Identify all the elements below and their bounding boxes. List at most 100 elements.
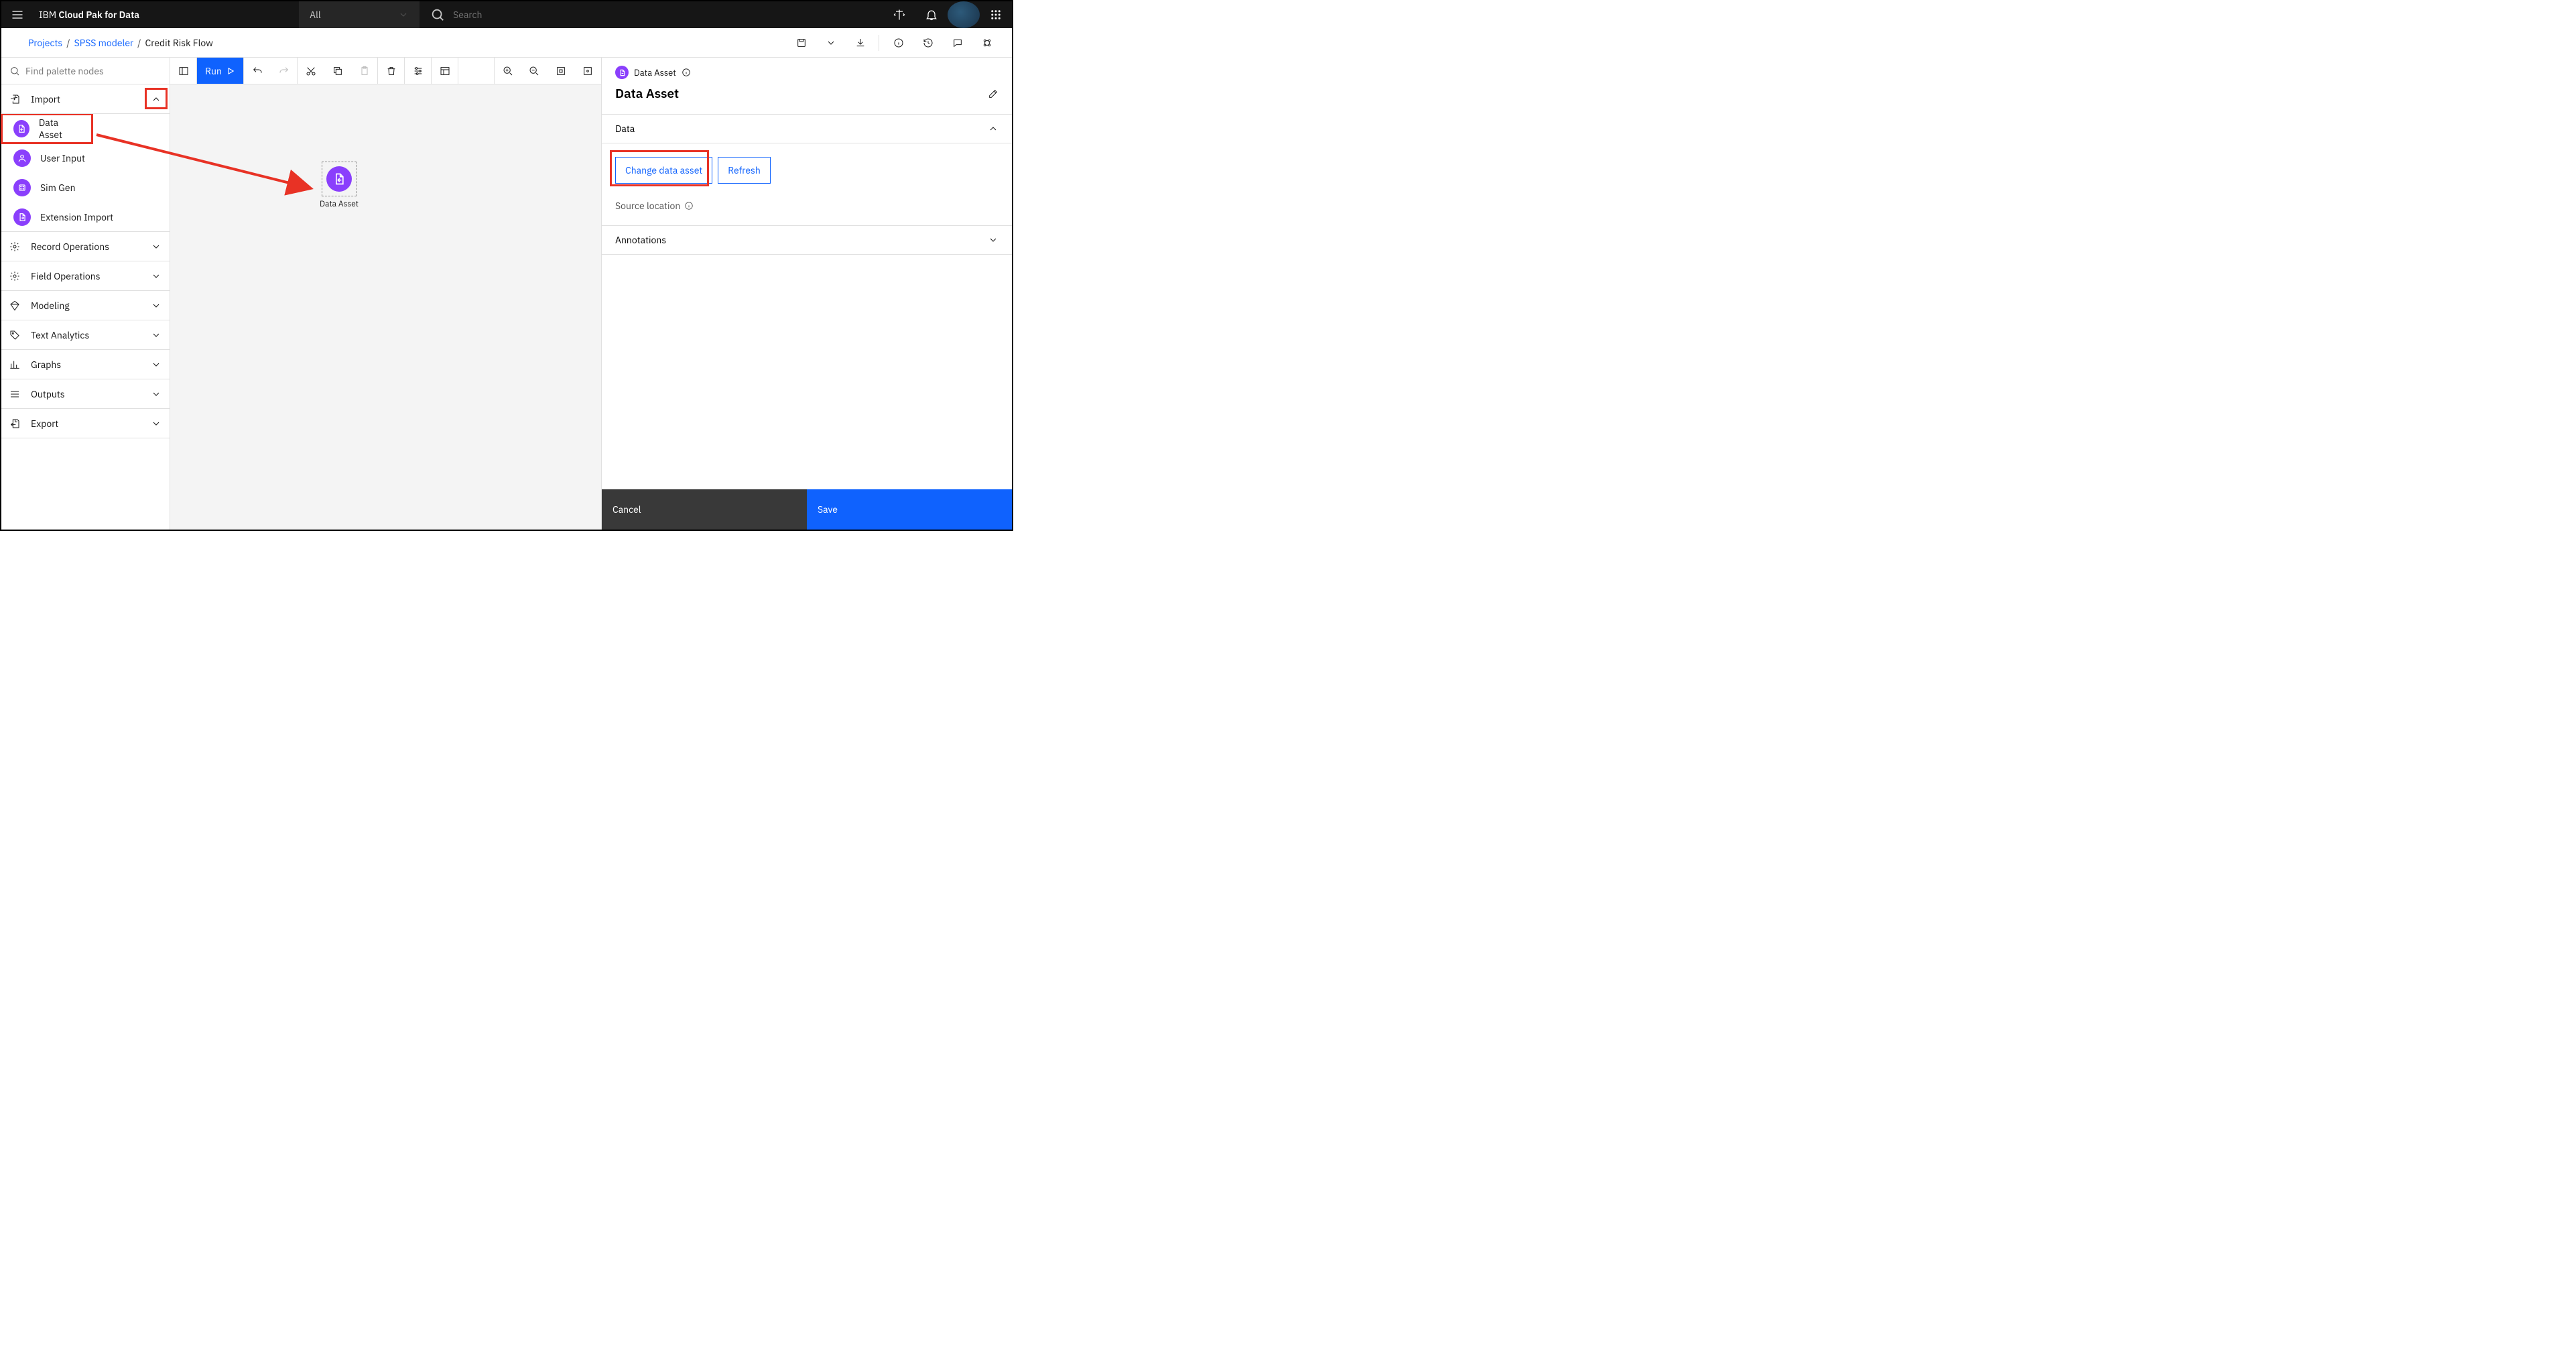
palette-category-import[interactable]: Import: [1, 84, 170, 114]
settings-button[interactable]: [405, 58, 432, 84]
chevron-down-icon[interactable]: [816, 28, 845, 58]
palette-category-graphs[interactable]: Graphs: [1, 350, 170, 379]
data-asset-icon: [615, 66, 629, 79]
palette-search-input[interactable]: [25, 65, 162, 77]
category-label: Record Operations: [31, 241, 109, 253]
palette-category-text-analytics[interactable]: Text Analytics: [1, 320, 170, 350]
category-label: Modeling: [31, 300, 70, 312]
section-label: Annotations: [615, 234, 666, 246]
global-search[interactable]: [420, 7, 883, 22]
canvas-node-label: Data Asset: [320, 199, 359, 209]
properties-footer: Cancel Save: [602, 489, 1012, 530]
breadcrumb-current: Credit Risk Flow: [145, 37, 213, 49]
chevron-up-icon: [988, 123, 999, 134]
palette-sidebar: Import Data Asset User Input Sim Gen: [1, 58, 170, 530]
search-icon: [9, 66, 20, 76]
breadcrumb-spss[interactable]: SPSS modeler: [74, 37, 134, 49]
properties-bc-label: Data Asset: [634, 67, 676, 78]
history-icon[interactable]: [913, 28, 942, 58]
palette-category-record-ops[interactable]: Record Operations: [1, 232, 170, 261]
source-location-row: Source location: [615, 200, 999, 212]
run-label: Run: [205, 65, 222, 77]
palette-node-user-input[interactable]: User Input: [1, 143, 170, 173]
canvas-node-data-asset[interactable]: Data Asset: [320, 162, 359, 209]
accordion-data-body: Change data asset Refresh Source locatio…: [602, 143, 1012, 225]
search-input[interactable]: [453, 9, 654, 21]
chevron-down-icon: [151, 359, 162, 370]
export-icon: [9, 418, 20, 429]
redo-button[interactable]: [271, 58, 298, 84]
chevron-down-icon: [398, 9, 409, 20]
node-label: Data Asset: [39, 117, 80, 141]
chevron-down-icon: [988, 235, 999, 245]
palette-search[interactable]: [1, 58, 170, 84]
scope-dropdown[interactable]: All: [299, 1, 420, 28]
palette-category-field-ops[interactable]: Field Operations: [1, 261, 170, 291]
edit-title-button[interactable]: [988, 88, 999, 99]
save-menu-icon[interactable]: [786, 28, 816, 58]
hamburger-menu-button[interactable]: [1, 1, 34, 28]
zoom-fit-button[interactable]: [548, 58, 574, 84]
import-icon: [9, 94, 20, 105]
user-input-icon: [13, 149, 31, 167]
canvas-toolbar: Run: [170, 58, 601, 84]
chevron-down-icon: [151, 418, 162, 429]
palette-category-outputs[interactable]: Outputs: [1, 379, 170, 409]
page-actions: [786, 28, 1001, 58]
preview-data-button[interactable]: [432, 58, 458, 84]
cut-button[interactable]: [298, 58, 324, 84]
accordion-data-header[interactable]: Data: [602, 114, 1012, 143]
accordion-annotations-header[interactable]: Annotations: [602, 225, 1012, 255]
brand-bold: Cloud Pak for Data: [58, 9, 139, 21]
data-asset-icon: [326, 166, 352, 192]
guide-icon[interactable]: [883, 1, 915, 28]
avatar-button[interactable]: [948, 1, 980, 28]
refresh-button[interactable]: Refresh: [718, 157, 771, 184]
gear-icon: [9, 271, 20, 282]
brand-label: IBM Cloud Pak for Data: [34, 9, 145, 21]
palette-node-extension-import[interactable]: Extension Import: [1, 202, 170, 232]
avatar: [948, 1, 980, 28]
undo-button[interactable]: [244, 58, 271, 84]
main-area: Import Data Asset User Input Sim Gen: [1, 58, 1012, 530]
palette-node-data-asset[interactable]: Data Asset: [1, 114, 92, 143]
zoom-out-button[interactable]: [521, 58, 548, 84]
gear-icon: [9, 241, 20, 252]
list-icon: [9, 389, 20, 400]
copy-button[interactable]: [324, 58, 351, 84]
section-label: Data: [615, 123, 635, 135]
palette-node-sim-gen[interactable]: Sim Gen: [1, 173, 170, 202]
top-bar: IBM Cloud Pak for Data All: [1, 1, 1012, 28]
info-icon[interactable]: [684, 201, 694, 210]
comment-icon[interactable]: [942, 28, 972, 58]
run-button[interactable]: Run: [197, 58, 244, 84]
change-data-asset-button[interactable]: Change data asset: [615, 157, 712, 184]
cancel-button[interactable]: Cancel: [602, 489, 807, 530]
info-icon[interactable]: [682, 68, 691, 77]
settings-config-icon[interactable]: [972, 28, 1001, 58]
extension-import-icon: [13, 208, 31, 226]
zoom-100-button[interactable]: [574, 58, 601, 84]
zoom-in-button[interactable]: [494, 58, 521, 84]
download-icon[interactable]: [845, 28, 875, 58]
canvas-stage[interactable]: Data Asset: [170, 84, 601, 530]
info-icon[interactable]: [883, 28, 913, 58]
sim-gen-icon: [13, 179, 31, 196]
palette-category-modeling[interactable]: Modeling: [1, 291, 170, 320]
node-box: [322, 162, 357, 196]
top-actions: [883, 1, 1012, 28]
data-asset-icon: [13, 120, 29, 137]
app-switcher-icon[interactable]: [980, 1, 1012, 28]
toggle-palette-button[interactable]: [170, 58, 197, 84]
properties-header: Data Asset Data Asset: [602, 58, 1012, 102]
chevron-down-icon: [151, 389, 162, 400]
play-icon: [226, 66, 235, 76]
delete-button[interactable]: [378, 58, 405, 84]
save-button[interactable]: Save: [807, 489, 1012, 530]
notifications-icon[interactable]: [915, 1, 948, 28]
paste-button[interactable]: [351, 58, 378, 84]
node-label: Sim Gen: [40, 182, 76, 194]
palette-category-export[interactable]: Export: [1, 409, 170, 438]
breadcrumb-projects[interactable]: Projects: [28, 37, 62, 49]
chevron-down-icon: [151, 330, 162, 341]
